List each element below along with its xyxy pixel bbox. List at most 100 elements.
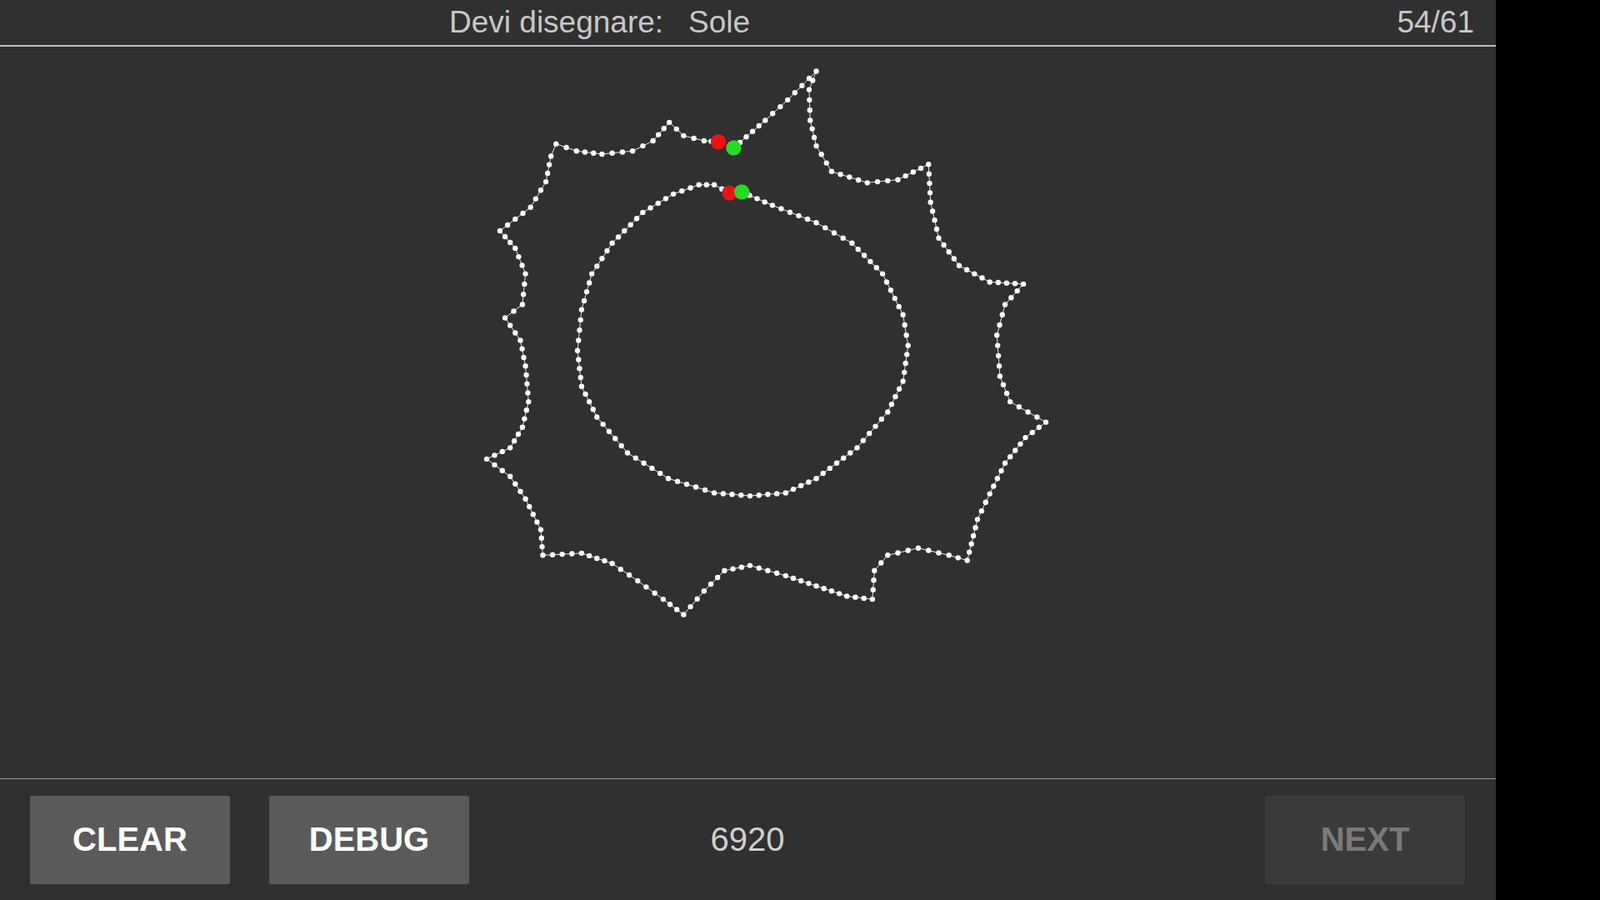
stroke-dot xyxy=(512,216,518,222)
stroke-dot xyxy=(711,182,717,188)
stroke-dot xyxy=(663,195,669,201)
stroke-dot xyxy=(905,342,911,348)
clear-button[interactable]: CLEAR xyxy=(30,795,230,885)
stroke-line xyxy=(577,185,909,496)
stroke-dot xyxy=(813,143,819,149)
stroke-dot xyxy=(926,180,932,186)
stroke-dot xyxy=(609,150,615,156)
stroke-dot xyxy=(594,263,600,269)
stroke-dot xyxy=(647,205,653,210)
stroke-dot xyxy=(987,279,993,285)
stroke-dot xyxy=(586,399,592,405)
stroke-dot xyxy=(747,562,753,568)
stroke-dot xyxy=(774,490,780,496)
stroke-dot xyxy=(720,490,726,496)
stroke-dot xyxy=(770,202,775,208)
stroke-dot xyxy=(626,572,632,578)
stroke-dot xyxy=(896,304,902,310)
stroke-dot xyxy=(994,332,1000,338)
stroke-dot xyxy=(609,560,615,566)
stroke-dot xyxy=(849,240,855,246)
stroke-dot xyxy=(965,557,970,563)
stroke-dot xyxy=(581,298,587,304)
start-marker xyxy=(725,140,741,155)
stroke-dot xyxy=(1030,430,1035,435)
stroke-dot xyxy=(806,86,812,92)
drawing-canvas[interactable] xyxy=(0,46,1496,779)
stroke-dot xyxy=(609,240,615,246)
stroke-dot xyxy=(517,489,523,495)
stroke-dot xyxy=(512,330,518,335)
stroke-dot xyxy=(543,179,549,185)
stroke-dot xyxy=(687,185,693,190)
stroke-dot xyxy=(539,535,545,541)
stroke-dot xyxy=(693,484,699,490)
stroke-dot xyxy=(1000,312,1005,318)
stroke-dot xyxy=(525,390,530,395)
stroke-dot xyxy=(702,487,708,493)
stroke-dot xyxy=(975,516,980,522)
stroke-dot xyxy=(655,200,661,206)
stroke-dot xyxy=(829,169,835,175)
stroke-dot xyxy=(1002,460,1008,466)
stroke-dot xyxy=(491,452,497,458)
stroke-dot xyxy=(892,295,898,301)
bottom-bar: CLEARDEBUG 6920 NEXT xyxy=(0,778,1496,900)
stroke-dot xyxy=(634,215,640,221)
stroke-dot xyxy=(550,551,555,557)
stroke-dot xyxy=(618,566,624,572)
stroke-dot xyxy=(979,508,985,514)
stroke-dot xyxy=(884,279,890,285)
stroke-dot xyxy=(902,173,908,179)
stroke-dot xyxy=(524,380,530,386)
stroke-dot xyxy=(754,195,760,201)
stroke-dot xyxy=(687,604,693,610)
stroke-dot xyxy=(589,270,595,276)
prompt-label: Devi disegnare: xyxy=(449,5,664,40)
stroke-dot xyxy=(579,306,585,312)
stroke-dot xyxy=(902,360,908,366)
stroke-dot xyxy=(829,588,835,594)
drawing-surface[interactable] xyxy=(0,46,1496,779)
debug-button[interactable]: DEBUG xyxy=(269,795,470,885)
stroke-dot xyxy=(861,252,867,258)
stroke-dot xyxy=(970,533,976,539)
stroke-dot xyxy=(512,481,518,487)
stroke-dot xyxy=(866,430,872,436)
stroke-dot xyxy=(538,187,544,193)
stroke-dot xyxy=(670,191,676,197)
stroke-dot xyxy=(1015,288,1020,294)
stroke-dot xyxy=(675,478,680,484)
stroke-dot xyxy=(931,217,937,223)
stroke-dot xyxy=(520,291,526,297)
stroke-dot xyxy=(574,148,580,154)
stroke-dot xyxy=(1034,414,1040,420)
stroke-dot xyxy=(968,541,974,547)
stroke-dot xyxy=(785,97,790,103)
stroke-dot xyxy=(756,492,762,498)
stroke-dot xyxy=(813,583,819,589)
stroke-dot xyxy=(666,120,672,125)
stroke-dot xyxy=(515,431,521,437)
stroke-dot xyxy=(502,234,508,240)
header-bar: Devi disegnare: Sole 54/61 xyxy=(0,0,1496,47)
stroke-dot xyxy=(1004,390,1010,396)
stroke-dot xyxy=(885,409,890,415)
stroke-dot xyxy=(956,263,962,269)
stroke-dot xyxy=(1020,281,1026,287)
stroke-dot xyxy=(684,481,690,487)
stroke-dot xyxy=(762,199,768,205)
stroke-dot xyxy=(520,301,525,307)
stroke-dot xyxy=(955,555,961,560)
stroke-dot xyxy=(979,275,985,280)
stroke-dot xyxy=(612,435,618,441)
stroke-dot xyxy=(505,222,510,228)
stroke-dot xyxy=(621,228,627,234)
stroke-dot xyxy=(701,588,707,594)
stroke-dot xyxy=(837,171,843,177)
stroke-dot xyxy=(983,500,989,505)
stroke xyxy=(484,68,1049,617)
stroke-dot xyxy=(1002,301,1008,307)
stroke-dot xyxy=(507,474,513,480)
stroke-dot xyxy=(519,345,525,351)
